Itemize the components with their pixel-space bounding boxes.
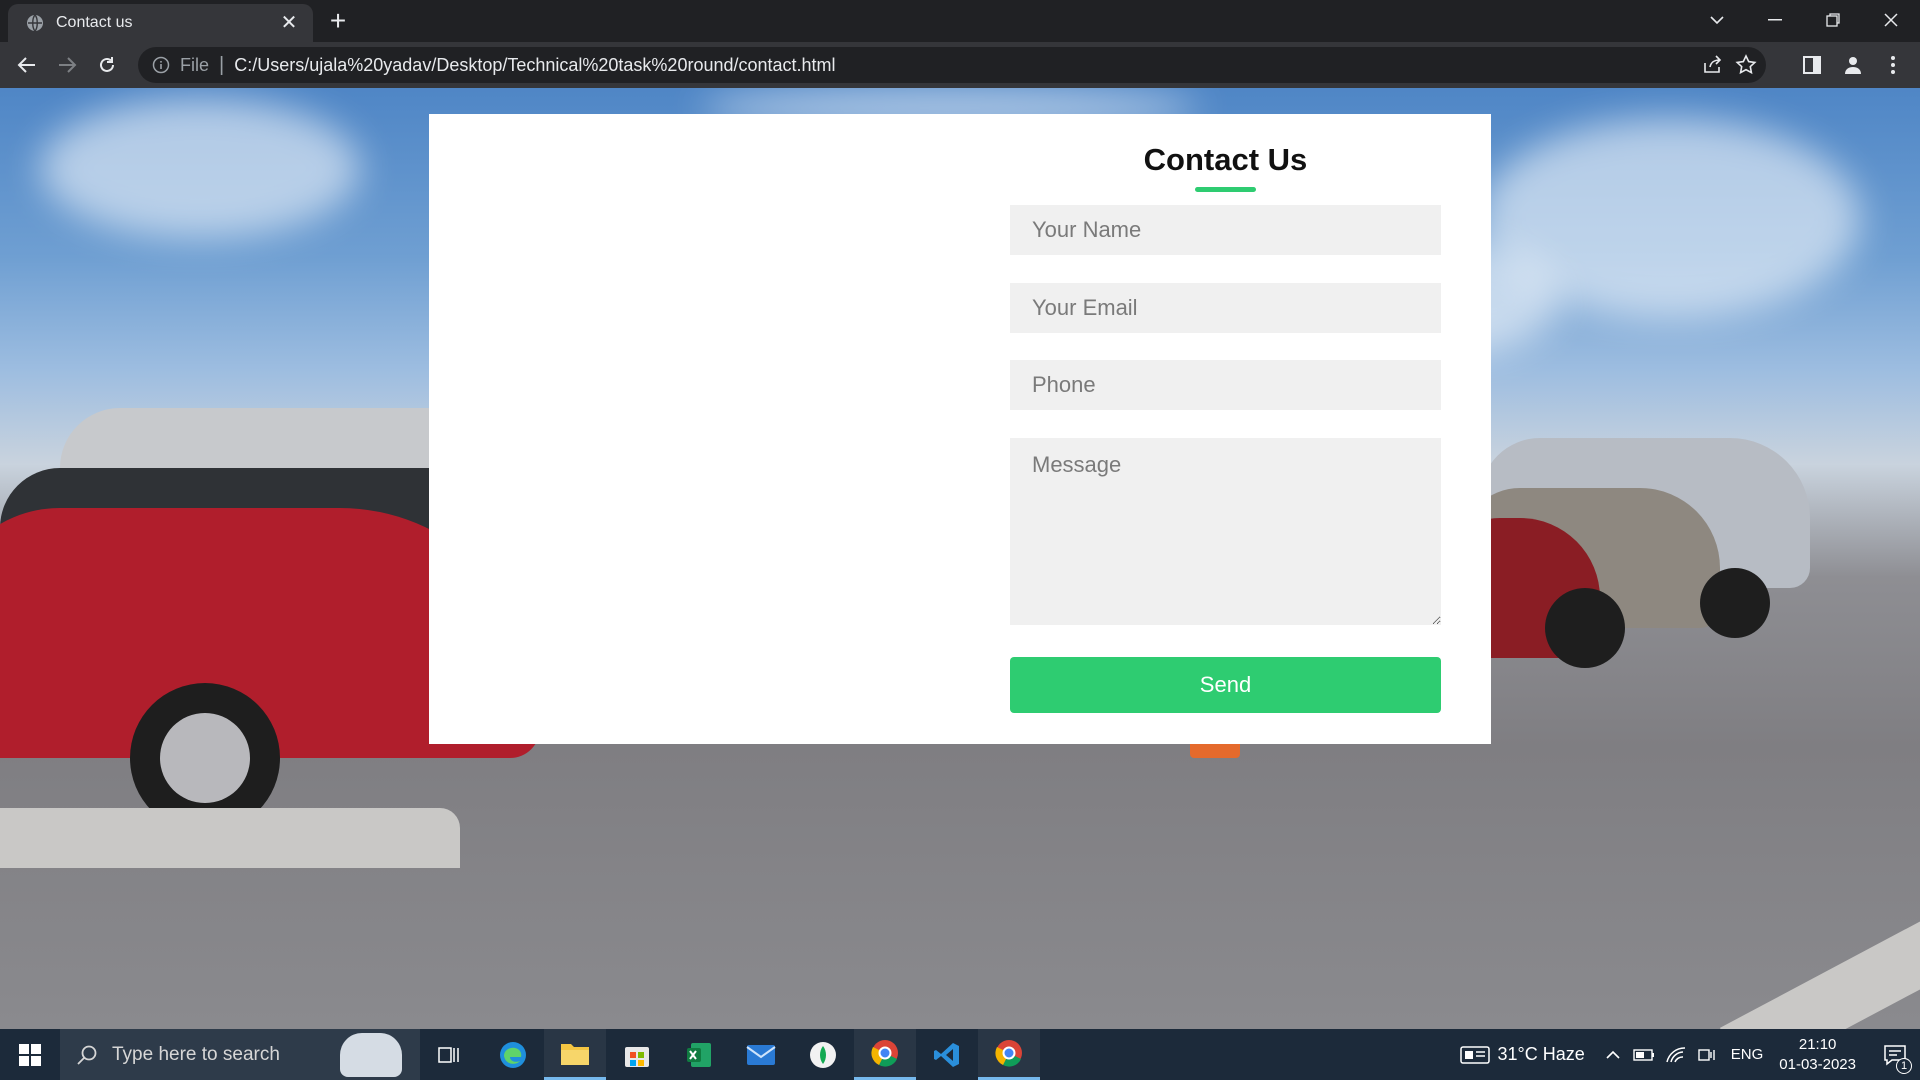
- search-placeholder: Type here to search: [112, 1043, 280, 1065]
- search-icon: [77, 1045, 97, 1065]
- task-view-icon[interactable]: [418, 1029, 480, 1080]
- close-window-icon[interactable]: [1862, 0, 1920, 40]
- mongodb-compass-icon[interactable]: [792, 1029, 854, 1080]
- tab-strip: Contact us ✕ +: [0, 0, 1920, 42]
- polar-bear-icon: [340, 1033, 402, 1077]
- battery-icon[interactable]: [1633, 1047, 1655, 1063]
- omnibox-actions: [1700, 53, 1758, 77]
- clock[interactable]: 21:10 01-03-2023: [1779, 1035, 1856, 1075]
- profile-icon[interactable]: [1838, 50, 1868, 80]
- side-panel-icon[interactable]: [1797, 50, 1827, 80]
- name-field[interactable]: [1010, 205, 1441, 255]
- message-field[interactable]: [1010, 438, 1441, 625]
- volume-icon[interactable]: [1697, 1046, 1717, 1064]
- system-tray: 31°C Haze ENG 21:10 01-03-2023 1: [1459, 1029, 1920, 1080]
- notification-icon[interactable]: 1: [1870, 1029, 1920, 1080]
- language-indicator[interactable]: ENG: [1731, 1046, 1764, 1063]
- microsoft-store-icon[interactable]: [606, 1029, 668, 1080]
- new-tab-button[interactable]: +: [324, 6, 352, 36]
- reload-icon[interactable]: [92, 50, 122, 80]
- send-button[interactable]: Send: [1010, 657, 1441, 713]
- url-text[interactable]: C:/Users/ujala%20yadav/Desktop/Technical…: [234, 55, 835, 76]
- phone-field[interactable]: [1010, 360, 1441, 410]
- weather-text[interactable]: 31°C Haze: [1498, 1044, 1585, 1065]
- tab-title: Contact us: [56, 14, 133, 31]
- menu-icon[interactable]: [1878, 50, 1908, 80]
- forward-icon[interactable]: [52, 50, 82, 80]
- taskbar-search[interactable]: Type here to search: [60, 1029, 420, 1080]
- clock-date: 01-03-2023: [1779, 1055, 1856, 1073]
- mail-icon[interactable]: [730, 1029, 792, 1080]
- chrome-icon[interactable]: [978, 1029, 1040, 1080]
- browser-tab[interactable]: Contact us ✕: [8, 4, 313, 42]
- separator: |: [219, 53, 225, 76]
- wifi-icon[interactable]: [1665, 1046, 1687, 1064]
- weather-icon[interactable]: [1459, 1044, 1490, 1066]
- email-field[interactable]: [1010, 283, 1441, 333]
- globe-icon: [27, 14, 43, 32]
- vscode-icon[interactable]: [916, 1029, 978, 1080]
- window-controls: [1688, 0, 1920, 40]
- edge-icon[interactable]: [482, 1029, 544, 1080]
- excel-icon[interactable]: [668, 1029, 730, 1080]
- close-tab-icon[interactable]: ✕: [277, 11, 301, 35]
- restore-icon[interactable]: [1804, 0, 1862, 40]
- page-title: Contact Us: [1143, 142, 1308, 177]
- title-underline: [1195, 187, 1256, 192]
- share-icon[interactable]: [1700, 53, 1724, 77]
- notification-count: 1: [1896, 1058, 1912, 1074]
- taskbar: Type here to search 31°C Haze ENG 21:10 …: [0, 1029, 1920, 1080]
- tab-search-icon[interactable]: [1688, 0, 1746, 40]
- file-explorer-icon[interactable]: [544, 1029, 606, 1080]
- browser-toolbar: File | C:/Users/ujala%20yadav/Desktop/Te…: [0, 42, 1920, 88]
- clock-time: 21:10: [1798, 1035, 1837, 1053]
- minimize-icon[interactable]: [1746, 0, 1804, 40]
- back-icon[interactable]: [12, 50, 42, 80]
- scheme-label: File: [180, 54, 210, 75]
- page-viewport: Contact Us Send: [0, 88, 1920, 1029]
- bookmark-star-icon[interactable]: [1734, 53, 1758, 77]
- chevron-up-icon[interactable]: [1605, 1050, 1621, 1060]
- address-bar[interactable]: File | C:/Users/ujala%20yadav/Desktop/Te…: [138, 47, 1766, 83]
- start-icon[interactable]: [0, 1029, 60, 1080]
- chrome-profile-icon[interactable]: [854, 1029, 916, 1080]
- contact-card: Contact Us Send: [429, 114, 1491, 744]
- info-icon[interactable]: [152, 56, 170, 74]
